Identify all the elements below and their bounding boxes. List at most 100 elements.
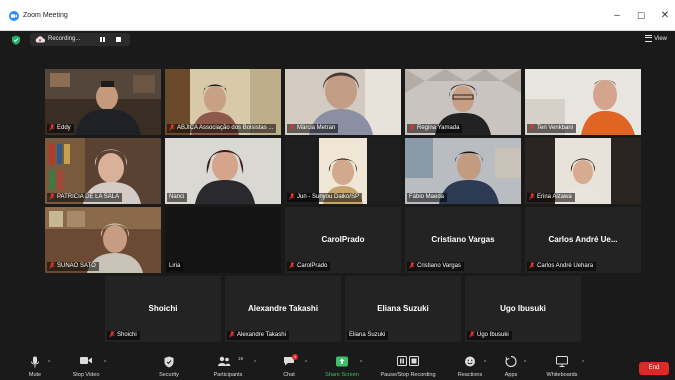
video-tile-abjica[interactable]: ABJICA Associação dos Bolsistas ...	[165, 69, 281, 135]
security-button[interactable]: Security	[152, 350, 186, 380]
view-label: View	[654, 36, 667, 43]
chat-button[interactable]: 1 ^ Chat	[272, 350, 307, 380]
participant-name: Shoichi	[117, 332, 137, 339]
stop-video-button[interactable]: ^ Stop Video	[66, 350, 106, 380]
participant-display-name: CarolPrado	[321, 235, 365, 244]
participant-name: Liria	[169, 263, 181, 269]
video-tile-fabio[interactable]: Fábio Maeda	[405, 138, 521, 204]
participant-name: CarolPrado	[297, 263, 328, 270]
video-camera-icon	[80, 357, 92, 364]
pause-stop-recording-button[interactable]: Pause/Stop Recording	[380, 350, 436, 380]
chevron-up-icon[interactable]: ^	[254, 360, 256, 366]
participant-name: Eliana Suzuki	[349, 332, 386, 338]
stop-video-label: Stop Video	[72, 372, 100, 378]
participants-icon	[218, 356, 231, 366]
chat-label: Chat	[283, 372, 295, 378]
chevron-up-icon[interactable]: ^	[360, 360, 362, 366]
video-tile-patricia[interactable]: PATRICIA DE LA SALA	[45, 138, 161, 204]
share-screen-button[interactable]: ^ Share Screen	[322, 350, 362, 380]
end-meeting-button[interactable]: End	[639, 362, 669, 375]
participant-name: Alexandre Takashi	[237, 332, 286, 339]
participant-name-tag: Cristiano Vargas	[407, 262, 464, 271]
grid-view-icon	[645, 35, 653, 42]
participant-name-tag: Alexandre Takashi	[227, 331, 289, 340]
participant-name: Eddy	[57, 125, 71, 132]
mic-muted-icon	[529, 193, 535, 200]
window-title: Zoom Meeting	[23, 12, 68, 19]
participant-name: Carlos André Uehara	[537, 263, 594, 270]
apps-icon	[505, 356, 517, 367]
mic-muted-icon	[529, 124, 535, 131]
mic-muted-icon	[469, 331, 475, 338]
participant-name-tag: Nanci	[167, 193, 188, 202]
microphone-icon	[31, 356, 39, 368]
video-tile-jun[interactable]: Jun - Sunyou Daiko/SP	[285, 138, 401, 204]
cloud-recording-icon	[35, 36, 45, 43]
maximize-button[interactable]: ☐	[634, 9, 648, 23]
mic-muted-icon	[409, 262, 415, 269]
participant-name: Teri Venkbani	[537, 125, 574, 132]
participant-name-tag: PATRICIA DE LA SALA	[47, 193, 123, 202]
participant-name: Márcia Metran	[297, 125, 336, 132]
mic-muted-icon	[49, 193, 55, 200]
participant-name-tag: SUNAO SATO	[47, 262, 99, 271]
mute-button[interactable]: ^ Mute	[18, 350, 52, 380]
chevron-up-icon[interactable]: ^	[524, 360, 526, 366]
mic-muted-icon	[529, 262, 535, 269]
pause-stop-icon	[397, 356, 419, 366]
chevron-up-icon[interactable]: ^	[582, 360, 584, 366]
video-tile-erina[interactable]: Erina Aizawa	[525, 138, 641, 204]
shield-icon[interactable]	[11, 35, 21, 45]
video-tile-cristiano[interactable]: Cristiano Vargas Cristiano Vargas	[405, 207, 521, 273]
reactions-label: Reactions	[457, 372, 483, 378]
participant-name-tag: Eddy	[47, 124, 74, 133]
participants-label: Participants	[213, 372, 243, 378]
participant-name-tag: Teri Venkbani	[527, 124, 577, 133]
minimize-button[interactable]: –	[610, 9, 624, 23]
participant-name: Ugo Ibusuki	[477, 332, 509, 339]
video-tile-eliana[interactable]: Eliana Suzuki Eliana Suzuki	[345, 276, 461, 342]
video-tile-sunao[interactable]: SUNAO SATO	[45, 207, 161, 273]
video-tile-eddy[interactable]: Eddy	[45, 69, 161, 135]
participant-name-tag: Ugo Ibusuki	[467, 331, 512, 340]
video-tile-regina[interactable]: Regina Yamada	[405, 69, 521, 135]
participant-name: SUNAO SATO	[57, 263, 96, 270]
video-tile-carlos[interactable]: Carlos André Ue... Carlos André Uehara	[525, 207, 641, 273]
chevron-up-icon[interactable]: ^	[48, 360, 50, 366]
participant-name-tag: Shoichi	[107, 331, 140, 340]
meeting-topbar: Recording... View	[0, 31, 675, 49]
participant-name: Cristiano Vargas	[417, 263, 461, 270]
participant-name-tag: Regina Yamada	[407, 124, 463, 133]
participant-name: Regina Yamada	[417, 125, 460, 132]
stop-recording-icon[interactable]	[116, 37, 121, 42]
video-tile-liria[interactable]: Liria	[165, 207, 281, 273]
reactions-button[interactable]: ^ Reactions	[452, 350, 488, 380]
whiteboards-button[interactable]: ^ Whiteboards	[542, 350, 584, 380]
participant-display-name: Alexandre Takashi	[247, 304, 319, 313]
recording-indicator[interactable]: Recording...	[30, 33, 130, 46]
participant-name-tag: Eliana Suzuki	[347, 331, 389, 340]
view-button[interactable]: View	[645, 35, 667, 42]
video-tile-teri[interactable]: Teri Venkbani	[525, 69, 641, 135]
pause-recording-icon[interactable]	[100, 37, 106, 42]
participant-name: Fábio Maeda	[409, 194, 445, 200]
chat-unread-badge: 1	[292, 354, 298, 360]
participant-name-tag: Márcia Metran	[287, 124, 339, 133]
video-tile-marcia[interactable]: Márcia Metran	[285, 69, 401, 135]
share-screen-icon	[336, 356, 348, 367]
video-tile-alexandre[interactable]: Alexandre Takashi Alexandre Takashi	[225, 276, 341, 342]
chevron-up-icon[interactable]: ^	[305, 360, 307, 366]
mute-label: Mute	[28, 372, 42, 378]
participants-button[interactable]: 19 ^ Participants	[208, 350, 257, 380]
video-tile-shoichi[interactable]: Shoichi Shoichi	[105, 276, 221, 342]
mic-muted-icon	[289, 262, 295, 269]
video-tile-ugo[interactable]: Ugo Ibusuki Ugo Ibusuki	[465, 276, 581, 342]
video-tile-carolprado[interactable]: CarolPrado CarolPrado	[285, 207, 401, 273]
chevron-up-icon[interactable]: ^	[484, 360, 486, 366]
chevron-up-icon[interactable]: ^	[104, 360, 106, 366]
video-tile-nanci[interactable]: Nanci	[165, 138, 281, 204]
close-button[interactable]: ✕	[658, 9, 672, 23]
participants-count: 19	[238, 356, 244, 361]
security-label: Security	[159, 372, 179, 378]
apps-button[interactable]: ^ Apps	[496, 350, 526, 380]
